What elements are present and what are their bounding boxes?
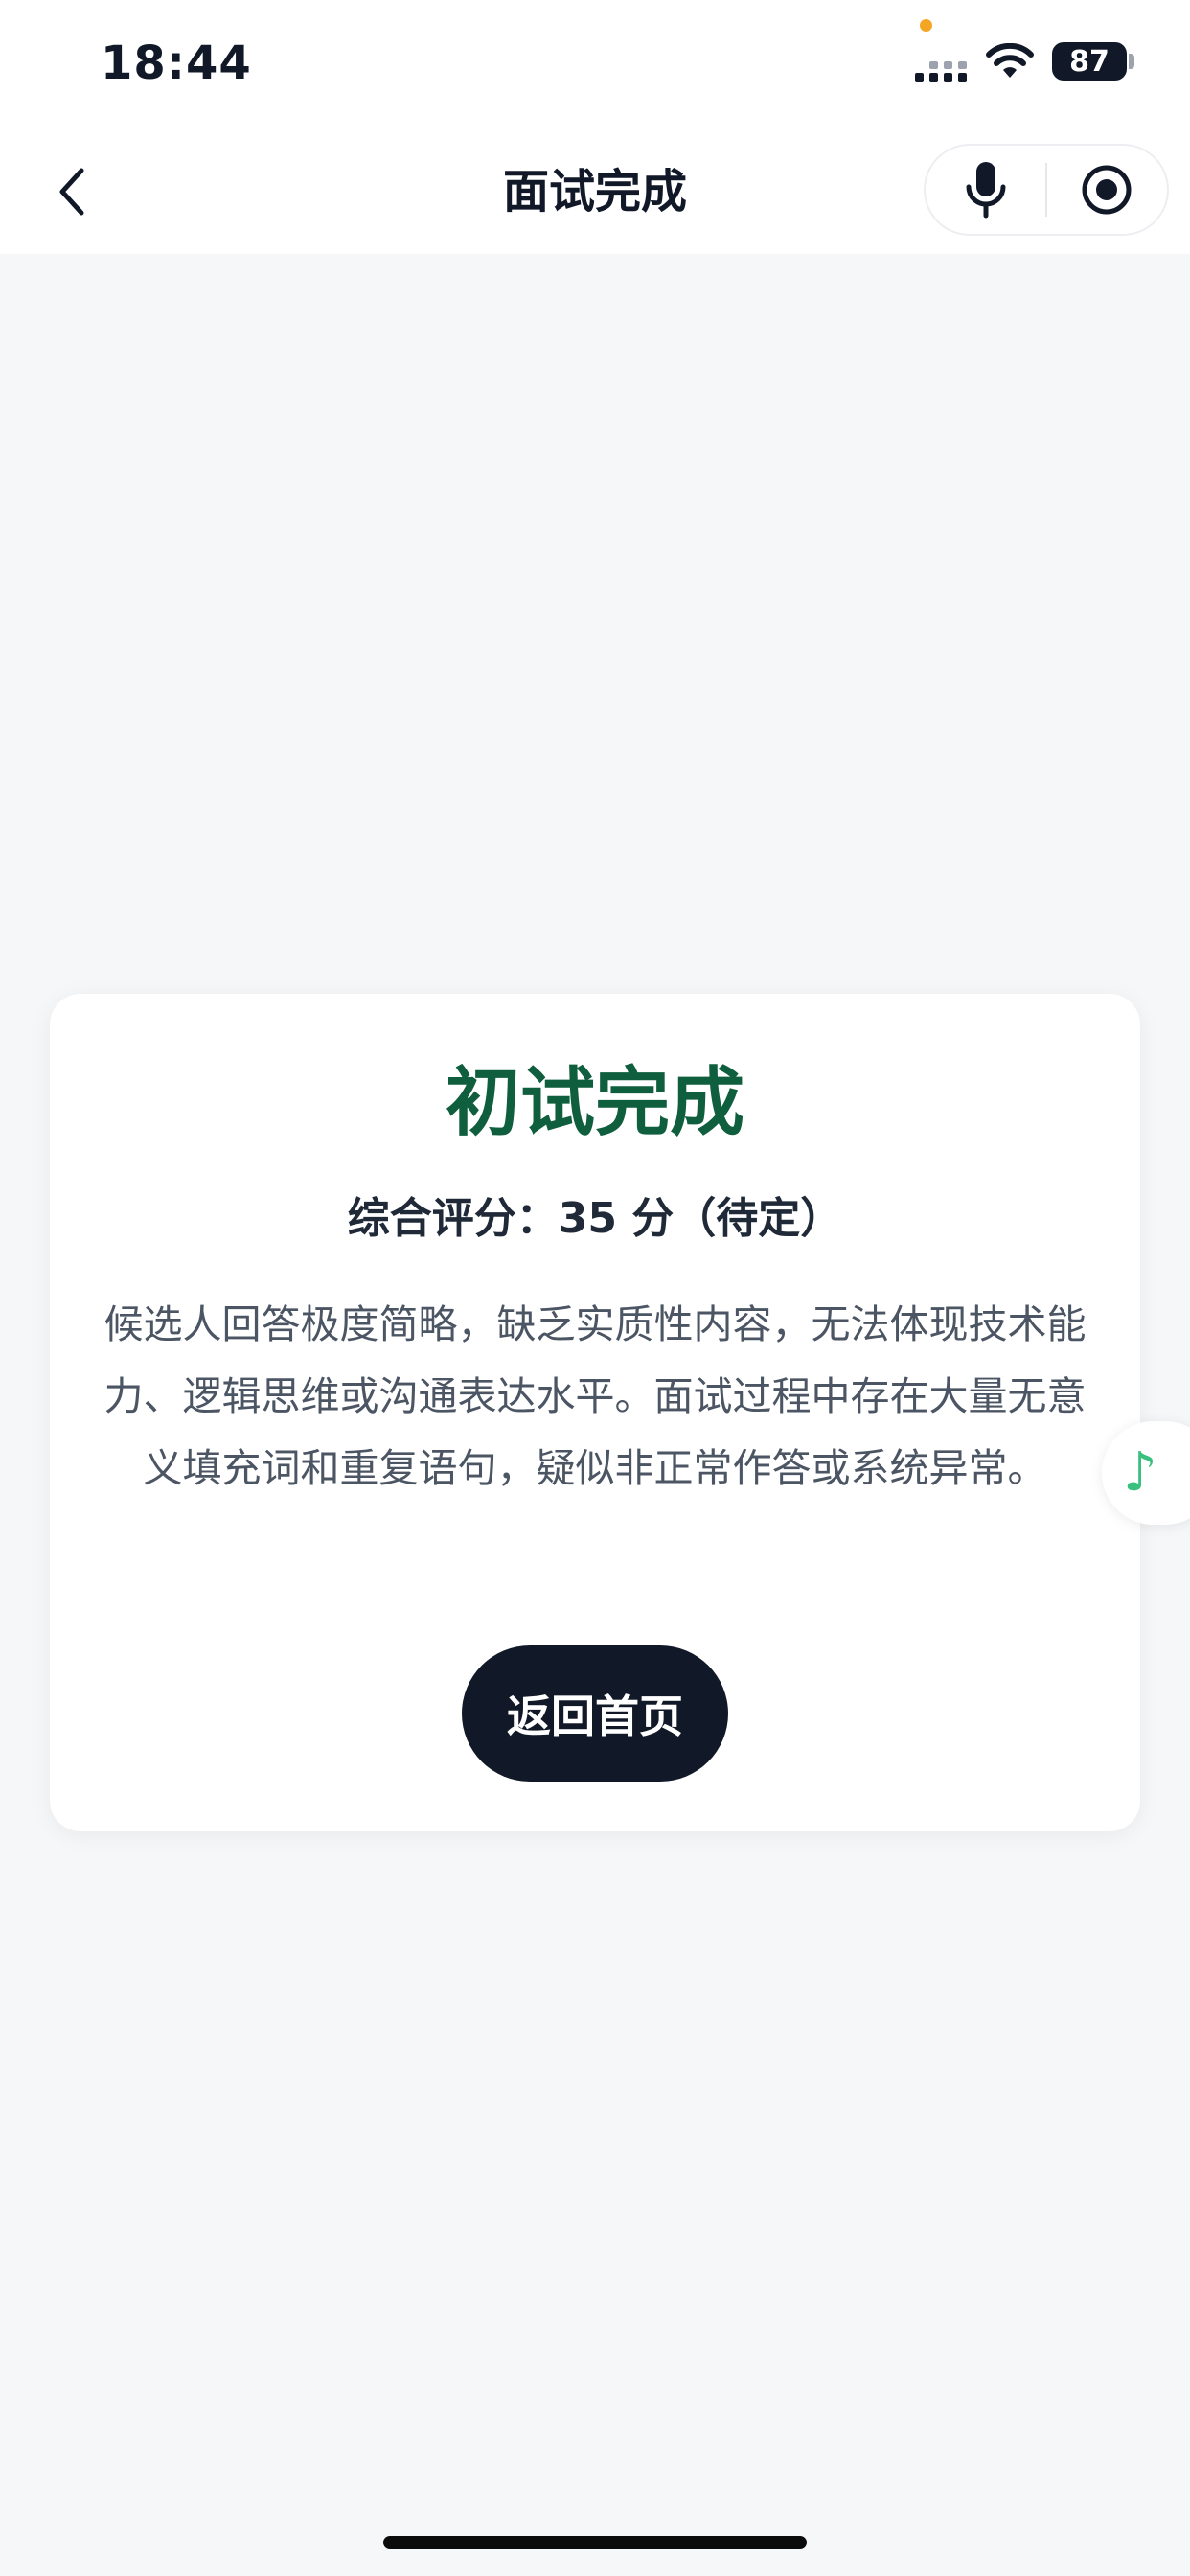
cellular-signal-icon <box>915 61 967 82</box>
chevron-left-icon <box>59 168 84 216</box>
microphone-icon <box>966 162 1005 218</box>
voice-button[interactable] <box>926 146 1045 234</box>
record-target-icon <box>1082 165 1132 215</box>
navigation-bar: 面试完成 <box>0 144 1190 254</box>
return-home-button[interactable]: 返回首页 <box>462 1645 728 1782</box>
home-indicator <box>383 2536 807 2549</box>
battery-cap <box>1129 54 1134 69</box>
score-line: 综合评分：35 分（待定） <box>347 1194 843 1243</box>
wifi-icon <box>986 43 1034 78</box>
evaluation-summary: 候选人回答极度简略，缺乏实质性内容，无法体现技术能力、逻辑思维或沟通表达水平。面… <box>103 1301 1087 1491</box>
music-note-icon: ♪ <box>1123 1441 1157 1504</box>
status-time: 18:44 <box>101 36 252 90</box>
close-miniprogram-button[interactable] <box>1047 146 1167 234</box>
status-bar: 18:44 87 <box>0 0 1190 144</box>
battery-level: 87 <box>1052 42 1127 80</box>
result-card: 初试完成 综合评分：35 分（待定） 候选人回答极度简略，缺乏实质性内容，无法体… <box>50 994 1140 1831</box>
miniprogram-capsule <box>924 144 1169 236</box>
result-title: 初试完成 <box>445 1060 744 1146</box>
back-button[interactable] <box>38 158 105 225</box>
privacy-indicator-dot <box>920 19 932 32</box>
